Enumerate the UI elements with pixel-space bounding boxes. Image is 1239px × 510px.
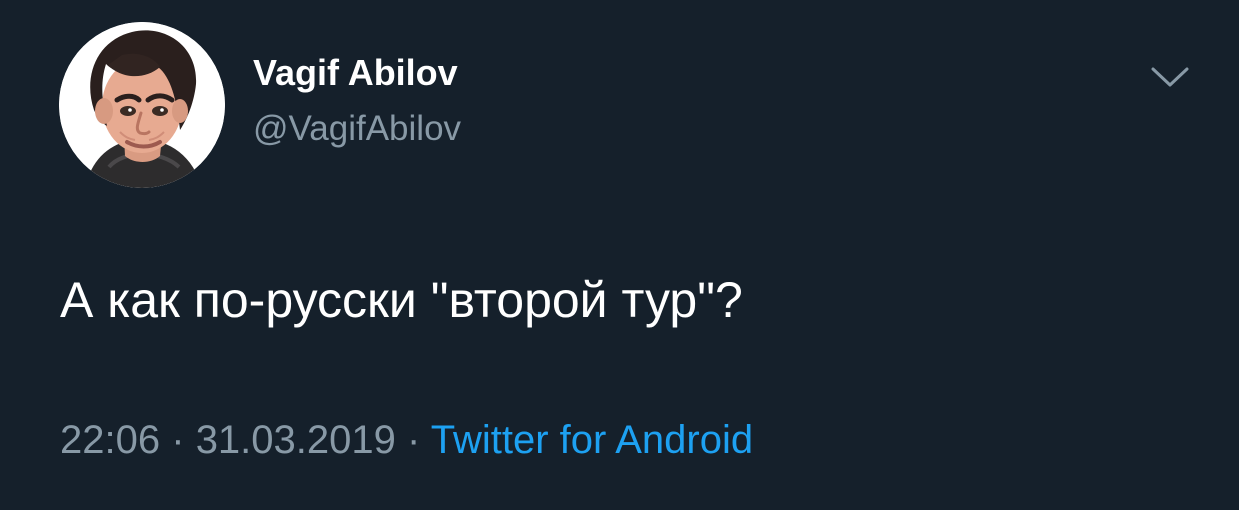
tweet-time[interactable]: 22:06 <box>60 418 160 462</box>
author-avatar[interactable] <box>59 22 225 188</box>
tweet-text: А как по-русски "второй тур"? <box>60 272 743 328</box>
tweet-meta: 22:06 · 31.03.2019 · Twitter for Android <box>60 413 753 467</box>
chevron-down-icon[interactable] <box>1149 62 1191 92</box>
author-name[interactable]: Vagif Abilov <box>253 51 458 95</box>
meta-separator: · <box>407 418 421 462</box>
meta-separator: · <box>171 418 185 462</box>
tweet-source-link[interactable]: Twitter for Android <box>431 418 753 462</box>
tweet-date[interactable]: 31.03.2019 <box>196 418 396 462</box>
author-handle[interactable]: @VagifAbilov <box>253 107 461 151</box>
tweet-card: Vagif Abilov @VagifAbilov А как по-русск… <box>0 0 1239 510</box>
